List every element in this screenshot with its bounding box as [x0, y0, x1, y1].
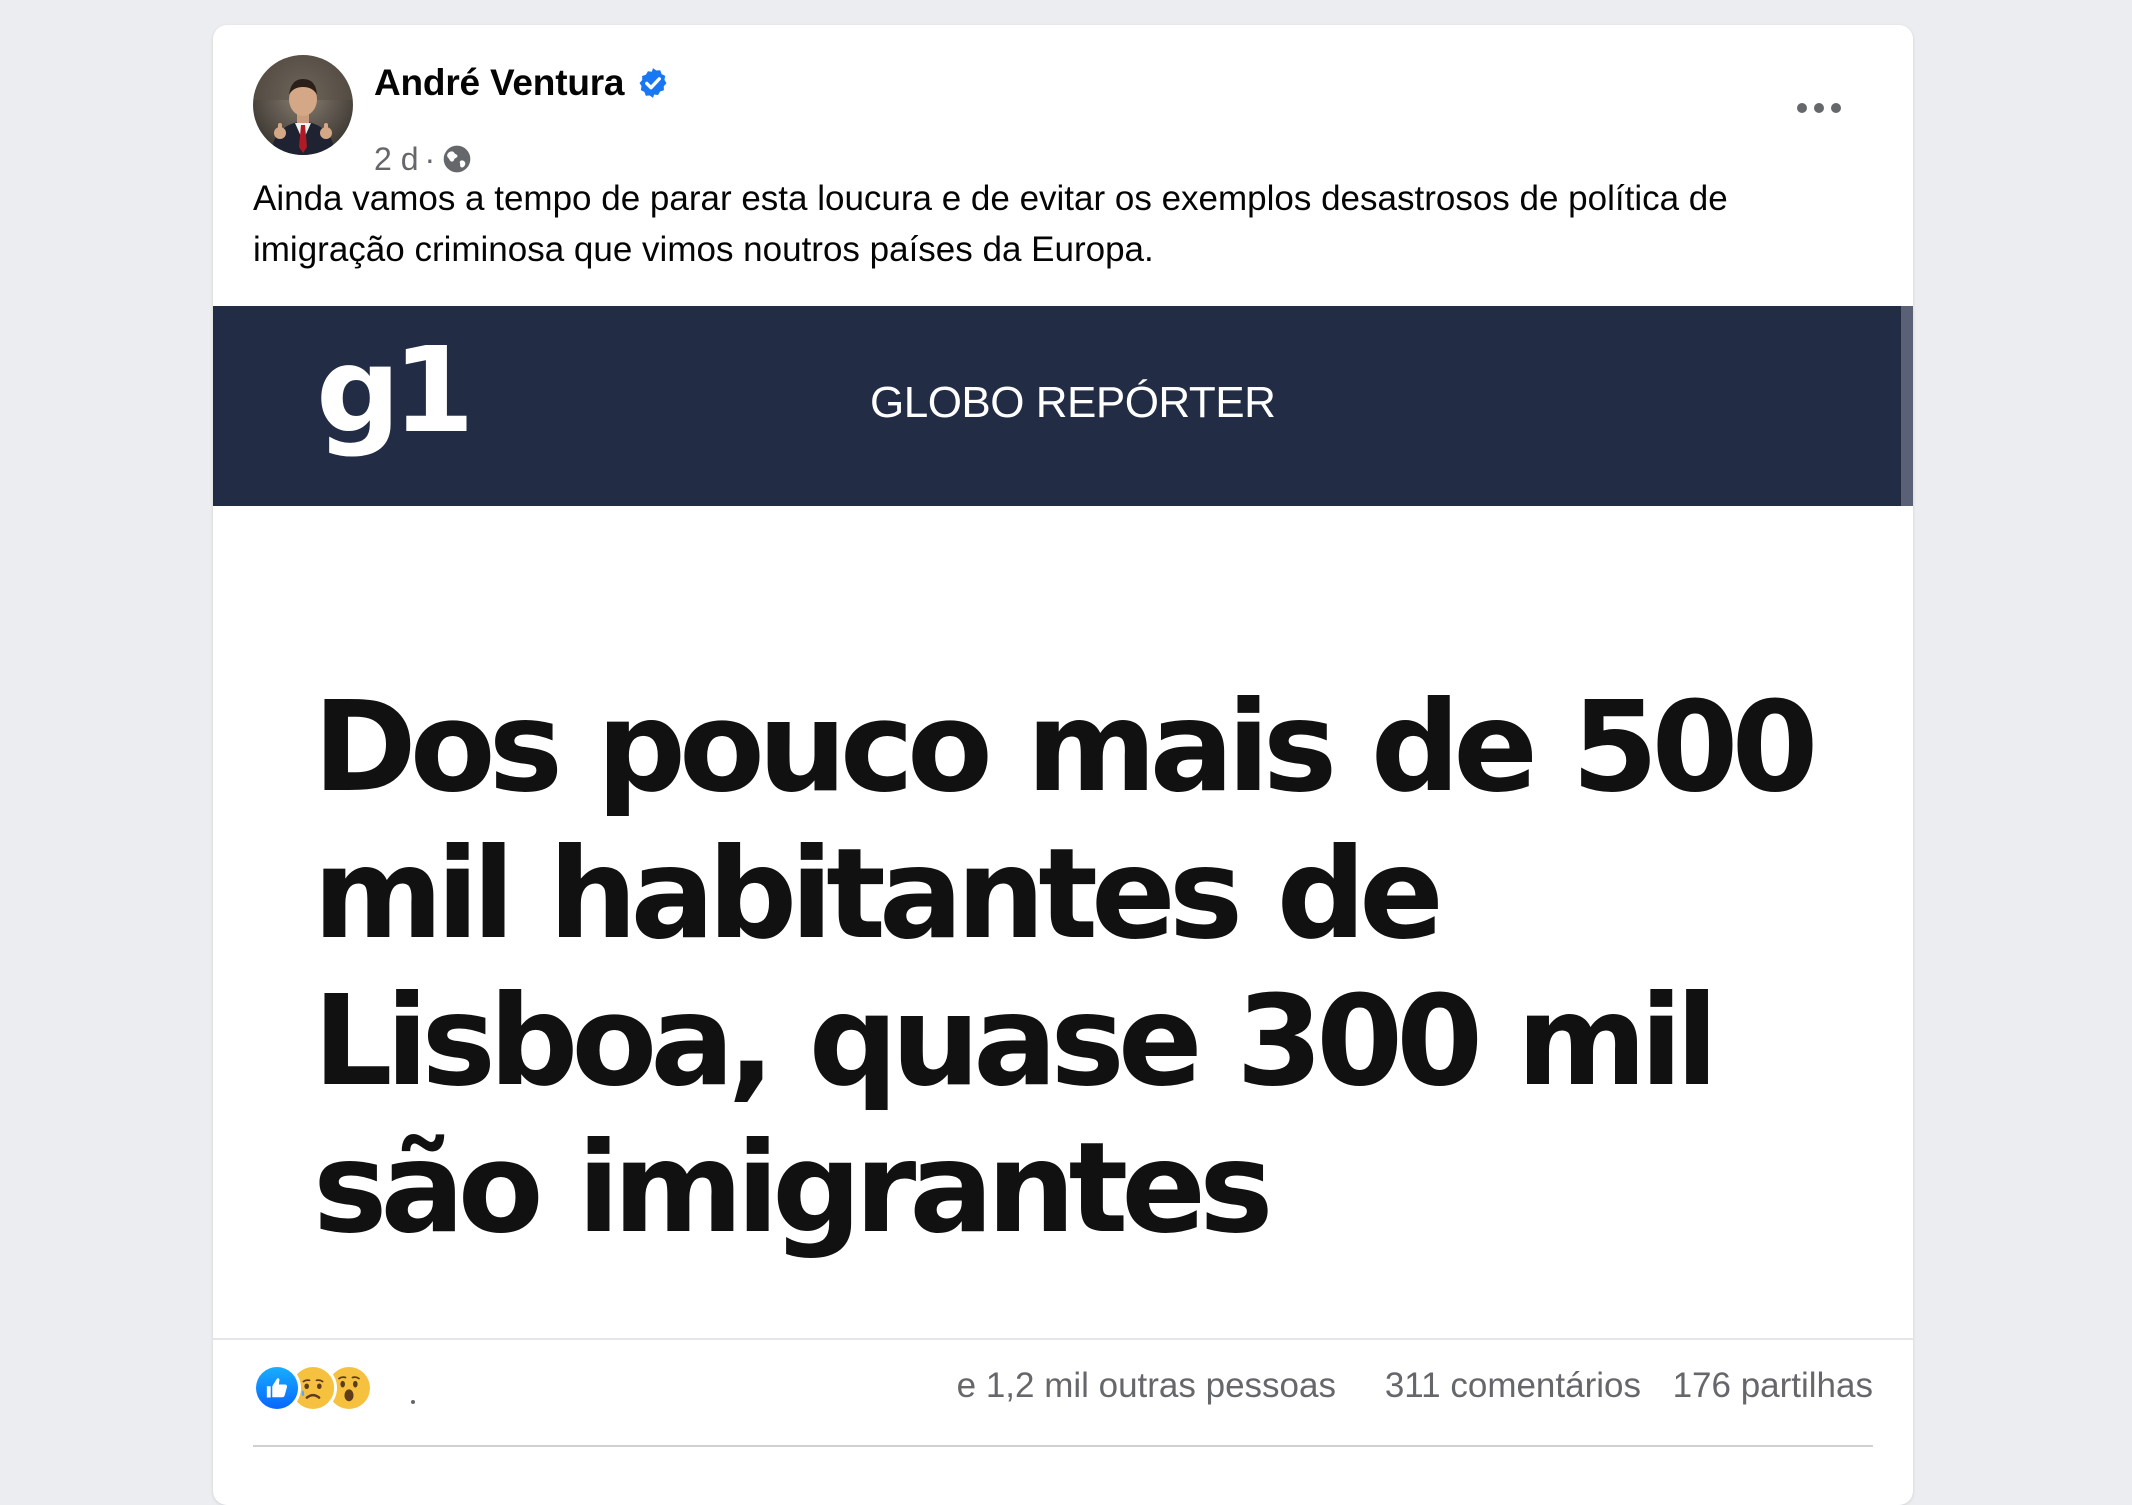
post-card: André Ventura 2 d · Ainda vamos a tempo …: [213, 25, 1913, 1505]
post-header: André Ventura 2 d ·: [253, 55, 1873, 177]
banner-edge: [1901, 306, 1913, 506]
meta-separator: ·: [424, 140, 436, 177]
post-timestamp[interactable]: 2 d: [374, 141, 418, 178]
reactions-count[interactable]: e 1,2 mil outras pessoas: [253, 1366, 1336, 1406]
comments-count[interactable]: 311 comentários: [1385, 1366, 1641, 1406]
divider: [213, 1338, 1913, 1340]
author-row: André Ventura: [374, 61, 670, 105]
post-caption: Ainda vamos a tempo de parar esta loucur…: [253, 179, 1728, 269]
globe-icon[interactable]: [441, 143, 473, 175]
more-dot-icon: [1797, 103, 1807, 113]
actions-divider: [253, 1445, 1873, 1447]
author-name[interactable]: André Ventura: [374, 62, 624, 104]
author-avatar[interactable]: [253, 55, 353, 155]
g1-logo: g1: [316, 321, 475, 459]
section-title: GLOBO REPÓRTER: [870, 378, 1276, 427]
like-icon: [253, 1364, 301, 1412]
shares-count[interactable]: 176 partilhas: [1673, 1366, 1873, 1406]
more-dot-icon: [1831, 103, 1841, 113]
verified-badge-icon: [639, 68, 667, 98]
engagement-bar: e 1,2 mil outras pessoas 311 comentários…: [253, 1358, 1873, 1418]
news-headline: Dos pouco mais de 500 mil habitantes de …: [313, 675, 1818, 1261]
more-options-button[interactable]: [1797, 93, 1841, 123]
post-image[interactable]: g1 GLOBO REPÓRTER Dos pouco mais de 500 …: [213, 306, 1913, 1326]
news-banner: g1 GLOBO REPÓRTER: [213, 306, 1913, 506]
more-dot-icon: [1814, 103, 1824, 113]
